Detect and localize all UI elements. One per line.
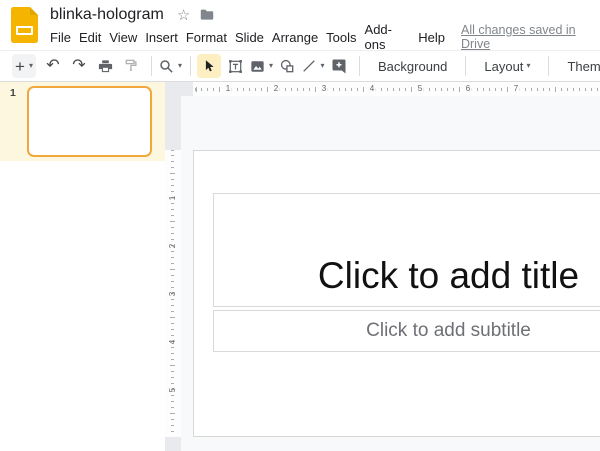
zoom-icon [158, 58, 175, 75]
slide-thumbnail[interactable] [27, 86, 152, 157]
menu-addons[interactable]: Add-ons [361, 20, 415, 54]
v-ruler-number: 2 [169, 244, 177, 248]
chevron-down-icon[interactable]: ▾ [269, 62, 273, 70]
layout-button-label: Layout [484, 59, 523, 74]
redo-button[interactable]: ↷ [67, 54, 91, 78]
layout-button[interactable]: Layout ▾ [472, 54, 542, 78]
toolbar: + ▾ ↶ ↷ ▾ ▾ [0, 50, 600, 82]
subtitle-placeholder-text: Click to add subtitle [366, 320, 531, 342]
slides-logo-icon[interactable] [11, 7, 38, 43]
menu-edit[interactable]: Edit [75, 28, 105, 47]
insert-shape-button[interactable] [275, 54, 299, 78]
v-ruler-number: 5 [169, 388, 177, 392]
redo-icon: ↷ [72, 58, 85, 74]
chevron-down-icon[interactable]: ▾ [178, 62, 182, 70]
h-ruler-number: 4 [368, 84, 376, 94]
v-ruler-number: 1 [169, 196, 177, 200]
chevron-down-icon[interactable]: ▾ [29, 62, 33, 70]
chevron-down-icon[interactable]: ▾ [320, 62, 324, 70]
paint-format-button[interactable] [119, 54, 143, 78]
insert-image-button[interactable]: ▾ [249, 54, 273, 78]
print-icon [97, 58, 114, 75]
image-icon [249, 58, 266, 75]
select-tool-button[interactable] [197, 54, 221, 78]
menu-arrange[interactable]: Arrange [268, 28, 322, 47]
slide-number: 1 [10, 87, 16, 99]
h-ruler-number: 7 [512, 84, 520, 94]
menu-tools[interactable]: Tools [322, 28, 360, 47]
document-title[interactable]: blinka-hologram [50, 6, 164, 24]
text-box-icon [227, 58, 244, 75]
theme-button[interactable]: Theme [555, 54, 600, 78]
slide-filmstrip: 1 [0, 82, 165, 451]
h-ruler-number: 3 [320, 84, 328, 94]
vertical-ruler: 1 2 3 4 5 [165, 96, 181, 451]
toolbar-divider [548, 56, 549, 76]
v-ruler-active: 1 2 3 4 5 [165, 150, 181, 437]
h-ruler-number: 2 [272, 84, 280, 94]
filmstrip-selected-row[interactable]: 1 [0, 82, 165, 161]
menu-file[interactable]: File [46, 28, 75, 47]
zoom-button[interactable]: ▾ [158, 54, 182, 78]
header: blinka-hologram ☆ File Edit View Insert … [0, 0, 600, 50]
shape-icon [279, 58, 296, 75]
menu-bar: File Edit View Insert Format Slide Arran… [46, 26, 600, 48]
h-ruler-number: 6 [464, 84, 472, 94]
paint-format-icon [123, 58, 139, 74]
subtitle-placeholder[interactable]: Click to add subtitle [213, 310, 600, 352]
toolbar-divider [190, 56, 191, 76]
h-ruler-number: 5 [416, 84, 424, 94]
save-status-link[interactable]: All changes saved in Drive [461, 23, 600, 51]
h-ruler-number: 1 [224, 84, 232, 94]
toolbar-divider [465, 56, 466, 76]
content: 1 1 2 3 4 5 6 7 1 2 3 4 [0, 82, 600, 451]
background-button[interactable]: Background [366, 54, 459, 78]
undo-button[interactable]: ↶ [41, 54, 65, 78]
text-box-button[interactable] [223, 54, 247, 78]
title-placeholder-text: Click to add title [318, 255, 579, 297]
folder-icon[interactable] [199, 7, 215, 23]
menu-insert[interactable]: Insert [141, 28, 182, 47]
menu-view[interactable]: View [105, 28, 141, 47]
ruler-corner [165, 82, 193, 96]
insert-comment-button[interactable] [327, 54, 351, 78]
new-slide-button[interactable]: + ▾ [12, 54, 36, 78]
header-main: blinka-hologram ☆ File Edit View Insert … [0, 0, 600, 48]
plus-icon: + [15, 58, 25, 75]
horizontal-ruler: 1 2 3 4 5 6 7 [165, 82, 600, 96]
menu-format[interactable]: Format [182, 28, 231, 47]
toolbar-divider [151, 56, 152, 76]
undo-icon: ↶ [46, 58, 59, 74]
menu-help[interactable]: Help [414, 28, 449, 47]
comment-icon [330, 57, 348, 75]
v-ruler-number: 3 [169, 292, 177, 296]
slides-logo-sheet [16, 26, 33, 35]
star-icon[interactable]: ☆ [177, 8, 190, 23]
h-ruler-halfticks [193, 87, 600, 92]
title-placeholder[interactable]: Click to add title [213, 193, 600, 307]
insert-line-button[interactable]: ▾ [301, 54, 325, 78]
chevron-down-icon: ▾ [526, 62, 530, 70]
print-button[interactable] [93, 54, 117, 78]
line-icon [301, 58, 317, 74]
v-ruler-number: 4 [169, 340, 177, 344]
slide-canvas[interactable]: Click to add title Click to add subtitle [193, 150, 600, 437]
menu-slide[interactable]: Slide [231, 28, 268, 47]
editor-main: 1 2 3 4 5 6 7 1 2 3 4 5 Click to add tit… [165, 82, 600, 451]
toolbar-divider [359, 56, 360, 76]
cursor-icon [201, 58, 217, 74]
